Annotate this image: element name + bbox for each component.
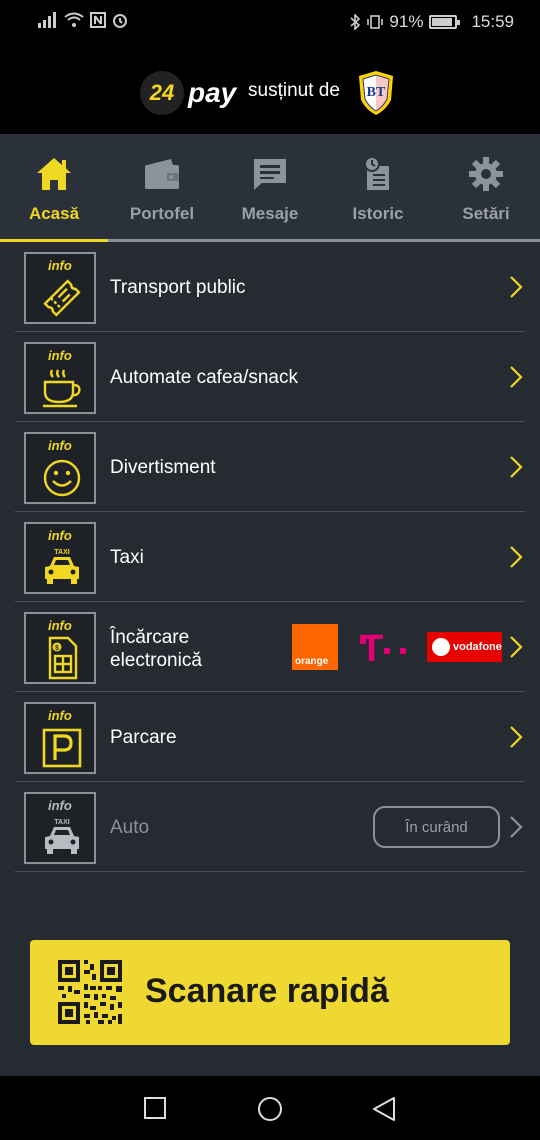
tab-label: Acasă	[28, 204, 80, 223]
info-button[interactable]: info	[24, 702, 96, 774]
home-button-icon[interactable]	[257, 1096, 283, 1122]
signal-icon	[38, 12, 56, 28]
info-tag: info	[48, 528, 72, 543]
info-button[interactable]: info	[24, 432, 96, 504]
car-icon: TAXI	[45, 819, 79, 854]
message-icon	[254, 159, 286, 190]
bluetooth-icon	[350, 14, 361, 30]
wifi-icon	[64, 12, 84, 27]
telekom-logo: T	[360, 630, 406, 664]
main-nav: Acasă Portofel Mesaje Istoric Setări	[0, 134, 540, 244]
taxi-sign-text: TAXI	[54, 549, 69, 556]
info-tag: info	[48, 708, 72, 723]
tab-label: Setări	[462, 204, 510, 223]
supported-by-text: susținut de	[248, 80, 340, 101]
coming-soon-badge: În curând	[373, 806, 500, 848]
ticket-icon	[43, 279, 81, 317]
brand-header: 24 pay susținut de BT	[0, 44, 540, 134]
quick-scan-button[interactable]: Scanare rapidă	[30, 940, 510, 1045]
telekom-logo-text: T	[360, 630, 383, 664]
svg-text:$: $	[55, 645, 59, 652]
tab-label: Portofel	[129, 204, 195, 223]
qr-code-icon	[58, 960, 122, 1024]
list-item-topup[interactable]: info $ Încărcare electronică orange T vo…	[15, 602, 525, 692]
history-icon	[364, 156, 389, 190]
list-item-vending[interactable]: info Automate cafea/snack	[15, 332, 525, 422]
nfc-icon	[90, 12, 106, 28]
alarm-icon	[113, 14, 127, 28]
chevron-right-icon	[510, 276, 523, 298]
back-icon[interactable]	[372, 1096, 396, 1122]
system-navigation-bar	[0, 1076, 540, 1140]
list-item-label: Transport public	[110, 277, 246, 298]
tab-messages[interactable]: Mesaje	[216, 134, 324, 244]
info-button[interactable]: info	[24, 252, 96, 324]
info-tag: info	[48, 438, 72, 453]
smiley-icon	[43, 459, 81, 497]
info-tag: info	[48, 618, 72, 633]
sim-card-icon: $	[48, 636, 78, 680]
list-item-taxi[interactable]: info TAXI Taxi	[15, 512, 525, 602]
vodafone-logo-text: vodafone	[453, 641, 502, 653]
list-item-entertainment[interactable]: info Divertisment	[15, 422, 525, 512]
vodafone-logo: vodafone	[427, 632, 502, 662]
gear-icon	[469, 157, 503, 191]
app-logo: 24 pay	[140, 71, 236, 115]
chevron-right-icon	[510, 366, 523, 388]
info-button[interactable]: info TAXI	[24, 792, 96, 864]
list-item-auto: info TAXI Auto În curând	[15, 782, 525, 872]
info-tag: info	[48, 348, 72, 363]
home-icon	[37, 158, 71, 190]
list-item-transport[interactable]: info Transport public	[15, 242, 525, 332]
bt-logo-text: BT	[367, 85, 386, 100]
logo-number: 24	[140, 71, 184, 115]
bt-logo-icon: BT	[359, 71, 393, 115]
chevron-right-icon	[510, 636, 523, 658]
list-item-label: Auto	[110, 817, 150, 838]
list-item-label: Taxi	[110, 547, 144, 568]
label-line-1: Încărcare	[110, 627, 190, 648]
coffee-cup-icon	[43, 369, 81, 408]
info-tag: info	[48, 258, 72, 273]
wallet-icon	[145, 159, 179, 189]
tab-label: Istoric	[352, 204, 404, 223]
quick-scan-label: Scanare rapidă	[145, 972, 389, 1010]
chevron-right-icon	[510, 546, 523, 568]
chevron-right-icon	[510, 456, 523, 478]
label-line-2: electronică	[110, 650, 202, 671]
recent-apps-icon[interactable]	[143, 1096, 167, 1120]
chevron-right-icon	[510, 816, 523, 838]
logo-word: pay	[188, 77, 237, 108]
list-item-label: Automate cafea/snack	[110, 367, 298, 388]
tab-history[interactable]: Istoric	[324, 134, 432, 244]
info-tag: info	[48, 798, 72, 813]
services-list: info Transport public info Automate cafe…	[0, 242, 540, 1076]
clock: 15:59	[471, 12, 514, 31]
battery-icon	[429, 15, 461, 29]
tab-home[interactable]: Acasă	[0, 134, 108, 244]
chevron-right-icon	[510, 726, 523, 748]
info-button[interactable]: info TAXI	[24, 522, 96, 594]
tab-settings[interactable]: Setări	[432, 134, 540, 244]
orange-logo-text: orange	[295, 656, 329, 667]
vibrate-icon	[367, 15, 384, 29]
status-icons-left	[38, 12, 128, 28]
info-button[interactable]: info	[24, 342, 96, 414]
taxi-sign-text: TAXI	[54, 819, 69, 826]
status-icons-right: 91% 15:59	[349, 12, 514, 32]
taxi-icon: TAXI	[45, 549, 79, 584]
battery-percent: 91%	[389, 12, 424, 31]
list-item-label: Divertisment	[110, 457, 216, 478]
info-button[interactable]: info $	[24, 612, 96, 684]
list-item-parking[interactable]: info Parcare	[15, 692, 525, 782]
list-item-label: Încărcare electronică	[110, 626, 202, 672]
tab-label: Mesaje	[241, 204, 299, 223]
list-item-label: Parcare	[110, 727, 177, 748]
tab-wallet[interactable]: Portofel	[108, 134, 216, 244]
parking-icon	[42, 728, 82, 768]
status-bar: 91% 15:59	[0, 0, 540, 44]
orange-logo: orange	[292, 624, 338, 670]
